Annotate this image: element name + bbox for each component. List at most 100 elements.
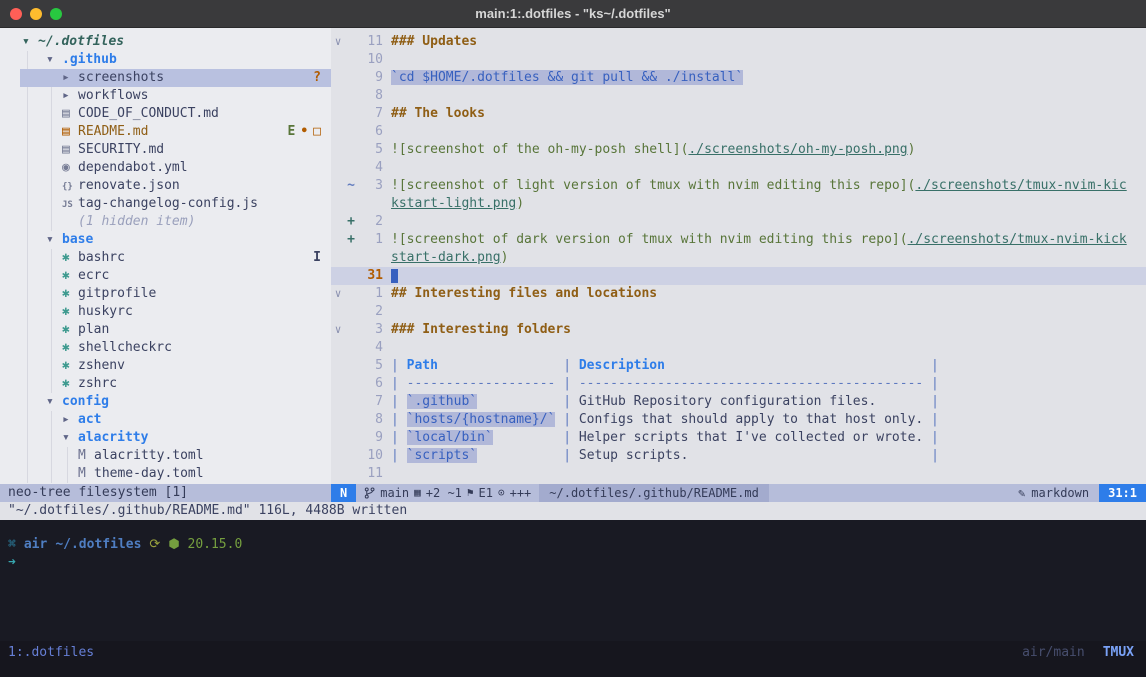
tree-item-code-of-conduct-md[interactable]: ▤CODE_OF_CONDUCT.md (0, 105, 331, 123)
editor-line-text: | `hosts/{hostname}/` | Configs that sho… (391, 411, 1146, 429)
editor-line[interactable]: 6| ------------------- | ---------------… (331, 375, 1146, 393)
tree-item-zshrc[interactable]: ✱zshrc (0, 375, 331, 393)
editor-line[interactable]: 8| `hosts/{hostname}/` | Configs that sh… (331, 411, 1146, 429)
status-extra-icon: ⊙ (498, 484, 505, 502)
tree-item-alacritty-toml[interactable]: Malacritty.toml (0, 447, 331, 465)
tree-item-alacritty[interactable]: ▾alacritty (0, 429, 331, 447)
fold-marker (331, 123, 345, 141)
yaml-file-icon: ◉ (62, 159, 78, 177)
node-version: 20.15.0 (188, 537, 243, 552)
root-folder-icon: ▾ (22, 33, 38, 51)
editor-line[interactable]: 10| `scripts` | Setup scripts. | (331, 447, 1146, 465)
editor-line[interactable]: 10 (331, 51, 1146, 69)
editor-line[interactable]: 11 (331, 465, 1146, 483)
tree-item-shellcheckrc[interactable]: ✱shellcheckrc (0, 339, 331, 357)
tree-item-dependabot-yml[interactable]: ◉dependabot.yml (0, 159, 331, 177)
editor-line[interactable]: 5| Path | Description | (331, 357, 1146, 375)
shell-file-icon: ✱ (62, 267, 78, 285)
line-number: 9 (357, 69, 383, 87)
tree-item-bashrc[interactable]: ✱bashrcI (0, 249, 331, 267)
git-sign (345, 69, 357, 87)
zoom-button[interactable] (50, 8, 62, 20)
editor-line[interactable]: start-dark.png) (331, 249, 1146, 267)
prompt-path: ~/.dotfiles (55, 536, 141, 554)
editor-buffer[interactable]: ∨11### Updates109`cd $HOME/.dotfiles && … (331, 28, 1146, 484)
line-number: 5 (357, 357, 383, 375)
editor-line[interactable]: ~3![screenshot of light version of tmux … (331, 177, 1146, 195)
tree-item-label: CODE_OF_CONDUCT.md (78, 106, 219, 121)
text-segment: ### Updates (391, 34, 477, 49)
text-segment: | (391, 358, 407, 373)
editor-line[interactable]: 4 (331, 339, 1146, 357)
tree-item-theme-day-toml[interactable]: Mtheme-day.toml (0, 465, 331, 483)
shell-file-icon: ✱ (62, 375, 78, 393)
tree-item-huskyrc[interactable]: ✱huskyrc (0, 303, 331, 321)
editor-line[interactable]: +2 (331, 213, 1146, 231)
close-button[interactable] (10, 8, 22, 20)
tree-item-dotfiles[interactable]: ▾~/.dotfiles (0, 33, 331, 51)
editor-line[interactable]: 7| `.github` | GitHub Repository configu… (331, 393, 1146, 411)
editor-line-text: ## Interesting files and locations (391, 285, 1146, 303)
tree-item-config[interactable]: ▾config (0, 393, 331, 411)
fold-marker (331, 339, 345, 357)
tree-item-gitprofile[interactable]: ✱gitprofile (0, 285, 331, 303)
markdown-file-icon: ▤ (62, 141, 78, 159)
tree-item-label: README.md (78, 124, 148, 139)
text-cursor (391, 269, 398, 283)
tree-item-renovate-json[interactable]: {}renovate.json (0, 177, 331, 195)
editor-line[interactable]: 2 (331, 303, 1146, 321)
shell-area[interactable]: ⌘ air ~/.dotfiles ⟳ ⬢ 20.15.0 ➜ (0, 520, 1146, 641)
tmux-window-tab[interactable]: 1:.dotfiles (8, 645, 94, 661)
editor-line[interactable]: 8 (331, 87, 1146, 105)
tree-item-security-md[interactable]: ▤SECURITY.md (0, 141, 331, 159)
fold-marker[interactable]: ∨ (331, 33, 345, 51)
fold-marker (331, 411, 345, 429)
text-segment: kstart-light.png (391, 196, 516, 211)
tree-item-label: alacritty (78, 430, 148, 445)
tree-item-workflows[interactable]: ▸workflows (0, 87, 331, 105)
fold-marker (331, 393, 345, 411)
editor-line[interactable]: 6 (331, 123, 1146, 141)
tree-item-plan[interactable]: ✱plan (0, 321, 331, 339)
text-segment: | (923, 376, 939, 391)
text-segment: | (923, 394, 939, 409)
tree-item-base[interactable]: ▾base (0, 231, 331, 249)
text-segment: | (555, 412, 578, 427)
text-segment (493, 430, 556, 445)
tree-item-1-hidden-item[interactable]: (1 hidden item) (0, 213, 331, 231)
minimize-button[interactable] (30, 8, 42, 20)
editor-line[interactable]: ∨11### Updates (331, 33, 1146, 51)
line-number: 8 (357, 87, 383, 105)
text-segment: ## The looks (391, 106, 485, 121)
text-segment: | (391, 448, 407, 463)
editor-line[interactable]: 7## The looks (331, 105, 1146, 123)
editor-line[interactable]: kstart-light.png) (331, 195, 1146, 213)
editor-line-text: | `.github` | GitHub Repository configur… (391, 393, 1146, 411)
tree-item-tag-changelog-config-js[interactable]: JStag-changelog-config.js (0, 195, 331, 213)
neo-tree-panel[interactable]: ▾~/.dotfiles▾.github▸screenshots?▸workfl… (0, 28, 331, 484)
tree-item-github[interactable]: ▾.github (0, 51, 331, 69)
editor-line[interactable]: ∨3### Interesting folders (331, 321, 1146, 339)
editor-line-text (391, 51, 1146, 69)
tree-item-act[interactable]: ▸act (0, 411, 331, 429)
editor-line[interactable]: +1![screenshot of dark version of tmux w… (331, 231, 1146, 249)
tree-item-screenshots[interactable]: ▸screenshots? (0, 69, 331, 87)
editor-line[interactable]: 5![screenshot of the oh-my-posh shell](.… (331, 141, 1146, 159)
tree-item-readme-md[interactable]: ▤README.mdE•□ (0, 123, 331, 141)
fold-marker (331, 429, 345, 447)
editor-line-text (391, 123, 1146, 141)
fold-marker[interactable]: ∨ (331, 321, 345, 339)
tree-item-zshenv[interactable]: ✱zshenv (0, 357, 331, 375)
editor-line[interactable]: 31 (331, 267, 1146, 285)
git-sign (345, 357, 357, 375)
node-icon: ⬢ (168, 537, 179, 552)
text-segment: | (555, 376, 578, 391)
file-path: ~/.dotfiles/.github/README.md (539, 484, 769, 502)
fold-marker[interactable]: ∨ (331, 285, 345, 303)
editor-line[interactable]: ∨1## Interesting files and locations (331, 285, 1146, 303)
editor-line[interactable]: 9`cd $HOME/.dotfiles && git pull && ./in… (331, 69, 1146, 87)
tree-item-ecrc[interactable]: ✱ecrc (0, 267, 331, 285)
editor-line[interactable]: 9| `local/bin` | Helper scripts that I'v… (331, 429, 1146, 447)
text-segment: ----------------------------------------… (579, 376, 923, 391)
editor-line[interactable]: 4 (331, 159, 1146, 177)
